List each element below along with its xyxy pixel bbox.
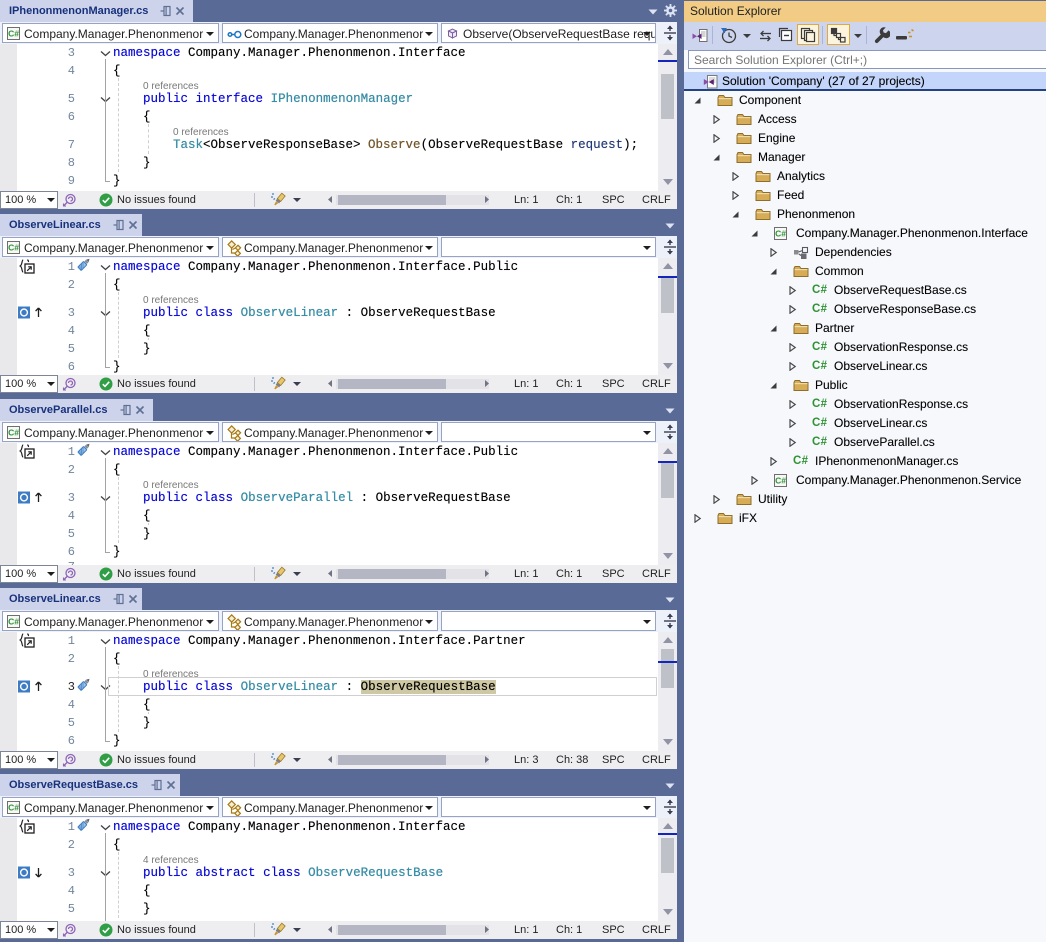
- svg-text:C#: C#: [8, 617, 19, 627]
- svg-text:C#: C#: [8, 29, 19, 39]
- svg-text:C#: C#: [775, 229, 786, 239]
- svg-text:C#: C#: [775, 476, 786, 486]
- svg-text:C#: C#: [8, 243, 19, 253]
- svg-text:C#: C#: [8, 428, 19, 438]
- svg-text:C#: C#: [8, 803, 19, 813]
